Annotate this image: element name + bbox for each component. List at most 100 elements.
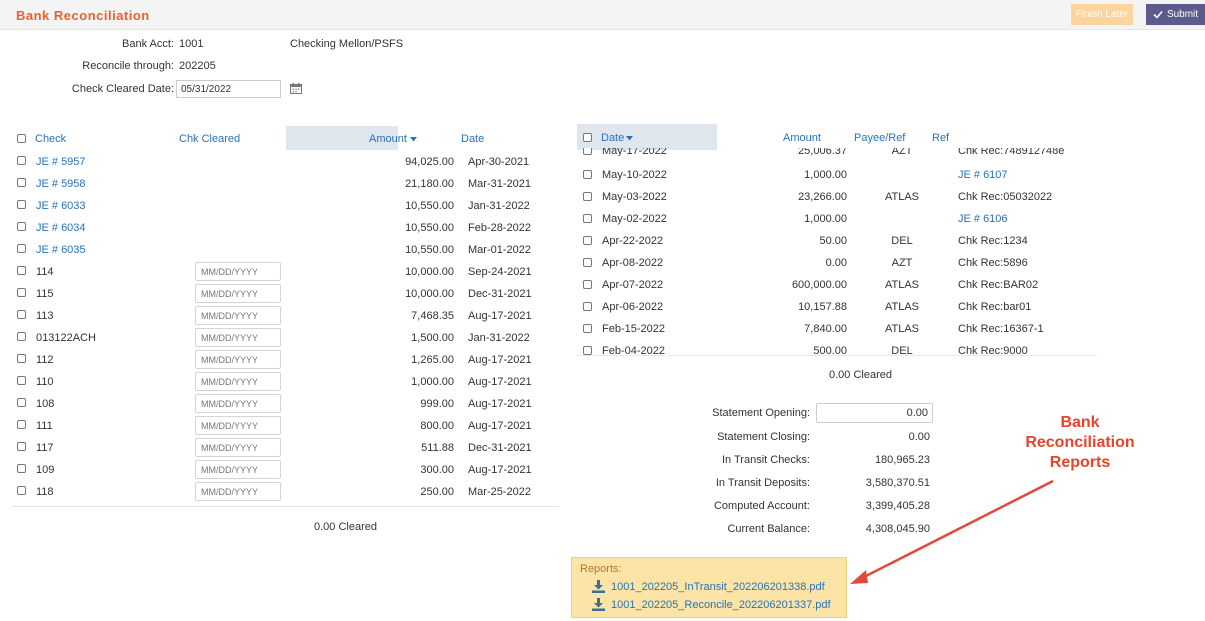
chk-cleared-date-input[interactable]	[195, 372, 281, 391]
checks-cleared-total: 0.00 Cleared	[314, 521, 377, 533]
check-amount: 10,550.00	[405, 244, 454, 256]
deposit-date: Feb-15-2022	[602, 323, 665, 335]
deposit-payee: ATLAS	[884, 191, 920, 203]
chk-cleared-date-input[interactable]	[195, 328, 281, 347]
check-amount: 1,265.00	[411, 354, 454, 366]
table-row: May-10-2022 1,000.00 JE # 6107	[577, 164, 1097, 186]
row-checkbox[interactable]	[17, 178, 26, 187]
deposit-amount: 10,157.88	[798, 301, 847, 313]
sort-desc-icon[interactable]	[410, 137, 417, 142]
deposit-date-column-header[interactable]: Date	[601, 132, 624, 144]
check-number[interactable]: JE # 5958	[36, 178, 86, 190]
row-checkbox[interactable]	[17, 156, 26, 165]
chk-cleared-column-header[interactable]: Chk Cleared	[179, 133, 240, 145]
report-link-in-transit[interactable]: 1001_202205_InTransit_202206201338.pdf	[592, 580, 825, 593]
report-filename[interactable]: 1001_202205_InTransit_202206201338.pdf	[611, 581, 825, 593]
row-checkbox[interactable]	[17, 376, 26, 385]
check-number[interactable]: JE # 5957	[36, 156, 86, 168]
row-checkbox[interactable]	[17, 200, 26, 209]
deposit-amount: 23,266.00	[798, 191, 847, 203]
calendar-icon[interactable]	[290, 83, 302, 94]
row-checkbox[interactable]	[17, 244, 26, 253]
row-checkbox[interactable]	[17, 222, 26, 231]
statement-opening-input[interactable]	[816, 403, 933, 423]
row-checkbox[interactable]	[17, 332, 26, 341]
deposit-ref: Chk Rec:1234	[958, 235, 1028, 247]
deposit-ref[interactable]: JE # 6106	[958, 213, 1008, 225]
finish-later-button[interactable]: Finish Later	[1071, 4, 1133, 25]
row-checkbox[interactable]	[583, 236, 592, 245]
row-checkbox[interactable]	[583, 302, 592, 311]
deposit-date: Apr-08-2022	[602, 257, 664, 269]
row-checkbox[interactable]	[583, 324, 592, 333]
chk-cleared-date-input[interactable]	[195, 460, 281, 479]
statement-closing-label: Statement Closing:	[717, 431, 810, 443]
chk-cleared-date-input[interactable]	[195, 262, 281, 281]
amount-column-header[interactable]: Amount	[369, 133, 407, 145]
row-checkbox[interactable]	[17, 420, 26, 429]
chk-cleared-date-input[interactable]	[195, 306, 281, 325]
date-sort-highlight	[577, 124, 717, 150]
check-cleared-date-input[interactable]	[176, 80, 281, 98]
check-number[interactable]: JE # 6033	[36, 200, 86, 212]
report-filename[interactable]: 1001_202205_Reconcile_202206201337.pdf	[611, 599, 831, 611]
row-checkbox[interactable]	[583, 280, 592, 289]
date-column-header[interactable]: Date	[461, 133, 484, 145]
annotation-line-3: Reports	[1049, 454, 1111, 471]
check-number[interactable]: JE # 6035	[36, 244, 86, 256]
report-link-reconcile[interactable]: 1001_202205_Reconcile_202206201337.pdf	[592, 598, 831, 611]
chk-cleared-date-input[interactable]	[195, 284, 281, 303]
reconcile-through-label: Reconcile through:	[82, 60, 174, 72]
chk-cleared-date-input[interactable]	[195, 416, 281, 435]
sort-desc-icon[interactable]	[626, 136, 633, 141]
row-checkbox[interactable]	[17, 442, 26, 451]
deposit-ref[interactable]: JE # 6107	[958, 169, 1008, 181]
row-checkbox[interactable]	[17, 398, 26, 407]
table-row: Feb-15-2022 7,840.00 ATLAS Chk Rec:16367-1	[577, 318, 1097, 340]
current-balance-value: 4,308,045.90	[865, 523, 930, 535]
table-row: Apr-22-2022 50.00 DEL Chk Rec:1234	[577, 230, 1097, 252]
chk-cleared-date-input[interactable]	[195, 350, 281, 369]
row-checkbox[interactable]	[583, 346, 592, 355]
submit-label: Submit	[1166, 9, 1199, 20]
check-column-header[interactable]: Check	[35, 133, 66, 145]
check-date: Aug-17-2021	[468, 310, 532, 322]
chk-cleared-date-input[interactable]	[195, 482, 281, 501]
row-checkbox[interactable]	[583, 258, 592, 267]
row-checkbox[interactable]	[17, 288, 26, 297]
check-number: 013122ACH	[36, 332, 96, 344]
chk-cleared-date-input[interactable]	[195, 438, 281, 457]
check-date: Feb-28-2022	[468, 222, 531, 234]
deposit-amount-column-header[interactable]: Amount	[783, 132, 821, 144]
check-date: Aug-17-2021	[468, 420, 532, 432]
reconcile-through-value: 202205	[179, 60, 216, 72]
select-all-checks-checkbox[interactable]	[17, 134, 26, 143]
row-checkbox[interactable]	[17, 310, 26, 319]
check-number[interactable]: JE # 6034	[36, 222, 86, 234]
chk-cleared-date-input[interactable]	[195, 394, 281, 413]
check-date: Sep-24-2021	[468, 266, 532, 278]
deposit-date: Apr-06-2022	[602, 301, 664, 313]
row-checkbox[interactable]	[583, 192, 592, 201]
deposit-ref: Chk Rec:5896	[958, 257, 1028, 269]
bank-acct-label: Bank Acct:	[122, 38, 174, 50]
check-amount: 10,000.00	[405, 288, 454, 300]
row-checkbox[interactable]	[583, 148, 592, 155]
check-date: Dec-31-2021	[468, 442, 532, 454]
table-row: Feb-04-2022 500.00 DEL Chk Rec:9000	[577, 340, 1097, 362]
submit-button[interactable]: Submit	[1146, 4, 1205, 25]
row-checkbox[interactable]	[583, 214, 592, 223]
row-checkbox[interactable]	[17, 486, 26, 495]
deposit-amount: 1,000.00	[804, 213, 847, 225]
table-row: 112 1,265.00 Aug-17-2021	[12, 349, 559, 371]
row-checkbox[interactable]	[583, 170, 592, 179]
download-icon	[592, 598, 605, 611]
select-all-deposits-checkbox[interactable]	[583, 133, 592, 142]
row-checkbox[interactable]	[17, 266, 26, 275]
payee-ref-column-header[interactable]: Payee/Ref	[854, 132, 905, 144]
row-checkbox[interactable]	[17, 354, 26, 363]
reports-panel: Reports: 1001_202205_InTransit_202206201…	[571, 557, 847, 618]
ref-column-header[interactable]: Ref	[932, 132, 949, 144]
table-row: May-03-2022 23,266.00 ATLAS Chk Rec:0503202…	[577, 186, 1097, 208]
row-checkbox[interactable]	[17, 464, 26, 473]
